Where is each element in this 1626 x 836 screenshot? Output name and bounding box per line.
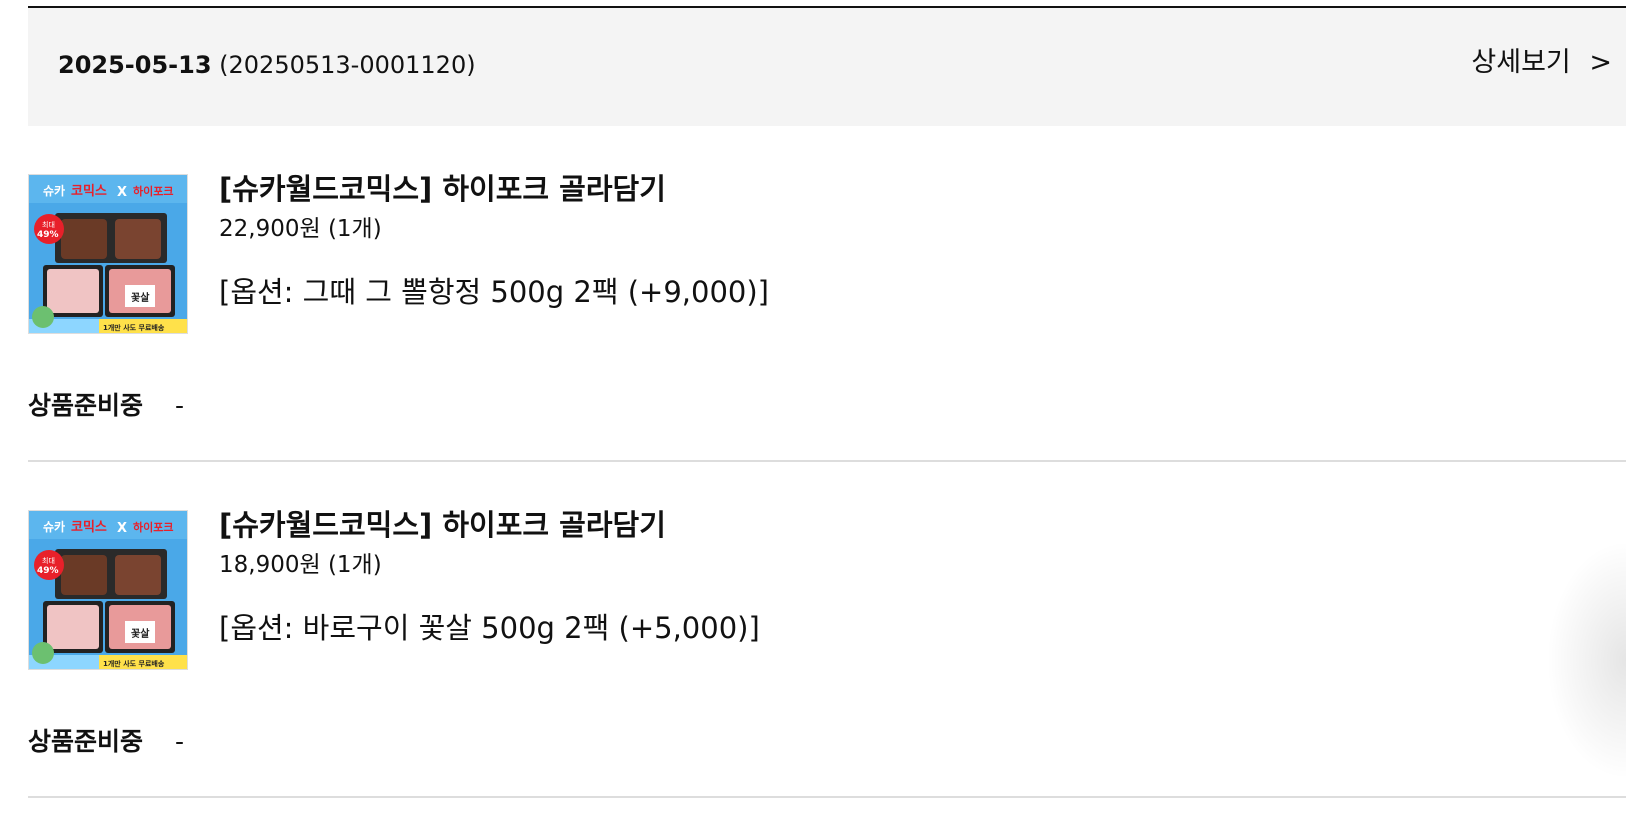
thumb-brand-left: 슈카 [43,519,65,534]
product-thumbnail[interactable]: 슈카 코믹스 X 하이포크 꽃살 최대 49% 1개만 사도 무료배송 [28,510,188,670]
product-info: [슈카월드코믹스] 하이포크 골라담기 18,900원 (1개) [옵션: 바로… [219,506,1626,646]
order-number: (20250513-0001120) [219,51,476,79]
thumb-badge-top: 최대 [42,556,55,565]
product-option: [옵션: 바로구이 꽃살 500g 2팩 (+5,000)] [219,611,760,645]
thumb-brand-mid: 코믹스 [71,520,107,535]
order-item: 슈카 코믹스 X 하이포크 꽃살 최대 49% 1개만 사도 무료배송 [슈카월… [28,462,1626,798]
product-price: 22,900원 (1개) [219,216,382,242]
order-date: 2025-05-13 [58,51,212,79]
thumb-brand-x: X [117,521,127,536]
thumb-brand-mid: 코믹스 [71,184,107,199]
product-option: [옵션: 그때 그 뽈항정 500g 2팩 (+9,000)] [219,275,769,309]
product-thumbnail-image: 슈카 코믹스 X 하이포크 꽃살 최대 49% 1개만 사도 무료배송 [29,175,187,333]
thumb-brand-left: 슈카 [43,183,65,198]
chevron-right-icon: > [1589,47,1612,78]
thumb-badge-pct: 49% [37,230,59,240]
item-status: 상품준비중 [28,727,144,756]
thumb-badge-pct: 49% [37,566,59,576]
product-info: [슈카월드코믹스] 하이포크 골라담기 22,900원 (1개) [옵션: 그때… [219,170,1626,310]
product-price: 18,900원 (1개) [219,552,382,578]
thumb-brand-right: 하이포크 [133,520,173,534]
order-header: 2025-05-13 (20250513-0001120) 상세보기 > [28,8,1626,126]
thumb-pack-label: 꽃살 [131,627,150,640]
thumb-footer: 1개만 사도 무료배송 [103,659,165,668]
product-thumbnail[interactable]: 슈카 코믹스 X 하이포크 꽃살 최대 49% 1개만 사도 무료배송 [28,174,188,334]
order-item: 슈카 코믹스 X 하이포크 꽃살 최대 49% 1개만 사도 무료배송 [슈카월… [28,126,1626,462]
item-status-row: 상품준비중 - [28,726,184,758]
order-block: 2025-05-13 (20250513-0001120) 상세보기 > 슈카 … [28,6,1626,798]
product-name[interactable]: [슈카월드코믹스] 하이포크 골라담기 [219,506,1626,544]
thumb-brand-right: 하이포크 [133,184,173,198]
item-status-extra: - [174,391,184,420]
product-name[interactable]: [슈카월드코믹스] 하이포크 골라담기 [219,170,1626,208]
product-thumbnail-image: 슈카 코믹스 X 하이포크 꽃살 최대 49% 1개만 사도 무료배송 [29,511,187,669]
item-status: 상품준비중 [28,391,144,420]
view-details-label: 상세보기 [1471,47,1571,78]
item-status-row: 상품준비중 - [28,390,184,422]
item-status-extra: - [174,727,184,756]
view-details-button[interactable]: 상세보기 > [1471,46,1612,80]
thumb-pack-label: 꽃살 [131,291,150,304]
thumb-brand-x: X [117,185,127,200]
thumb-badge-top: 최대 [42,220,55,229]
order-meta: 2025-05-13 (20250513-0001120) [58,50,476,80]
thumb-footer: 1개만 사도 무료배송 [103,323,165,332]
